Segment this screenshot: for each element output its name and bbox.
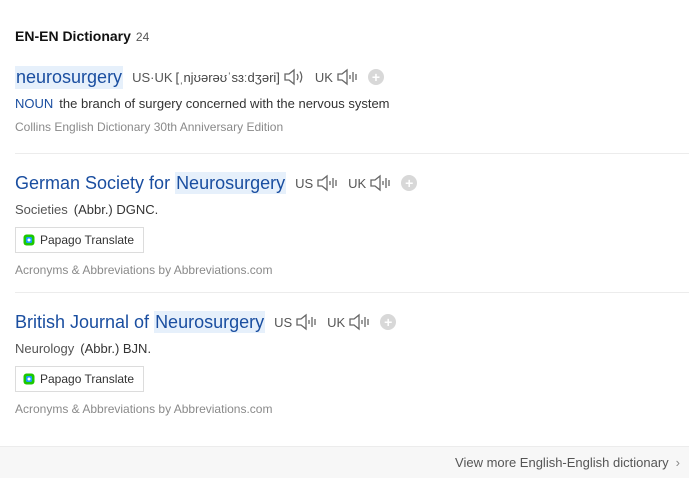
definition-row: Societies (Abbr.) DGNC. [15, 202, 689, 217]
pronunciation-us-uk: US·UK [ˌnjʊərəʊˈsɜːdʒəri] [132, 68, 305, 86]
headword-link[interactable]: British Journal of Neurosurgery [15, 310, 266, 333]
papago-translate-button[interactable]: Papago Translate [15, 227, 145, 253]
speaker-icon[interactable] [295, 313, 317, 331]
papago-translate-button[interactable]: Papago Translate [15, 366, 145, 392]
headword-link[interactable]: neurosurgery [15, 65, 124, 89]
part-of-speech: NOUN [15, 96, 54, 111]
section-title: EN-EN Dictionary [15, 28, 131, 44]
definition-row: Neurology (Abbr.) BJN. [15, 341, 689, 356]
definition-text: (Abbr.) BJN. [80, 341, 152, 356]
papago-label: Papago Translate [40, 372, 135, 386]
pron-ipa: [ˌnjʊərəʊˈsɜːdʒəri] [175, 69, 280, 85]
definition-row: NOUN the branch of surgery concerned wit… [15, 96, 689, 111]
definition-text: (Abbr.) DGNC. [73, 202, 159, 217]
papago-icon [23, 373, 35, 385]
speaker-icon[interactable] [336, 68, 358, 86]
plus-icon[interactable]: + [380, 314, 397, 330]
pron-label: UK [314, 69, 333, 85]
headword-highlight: Neurosurgery [154, 310, 266, 333]
footer-bar: View more English-English dictionary › [0, 446, 689, 478]
section-header: EN-EN Dictionary 24 [15, 28, 149, 44]
headword-prefix: British Journal of [15, 311, 155, 332]
pron-label: US [274, 314, 293, 330]
speaker-icon[interactable] [283, 68, 305, 86]
dictionary-entry: German Society for Neurosurgery US UK + … [15, 170, 689, 277]
plus-icon[interactable]: + [367, 69, 384, 85]
divider [15, 153, 689, 154]
plus-icon[interactable]: + [401, 175, 418, 191]
pron-label: UK [348, 175, 367, 191]
speaker-icon[interactable] [369, 174, 391, 192]
papago-label: Papago Translate [40, 233, 135, 247]
source-label: Acronyms & Abbreviations by Abbreviation… [15, 402, 273, 416]
pronunciation-us: US [295, 174, 338, 192]
source-label: Acronyms & Abbreviations by Abbreviation… [15, 263, 273, 277]
speaker-icon[interactable] [316, 174, 338, 192]
chevron-right-icon: › [675, 455, 680, 470]
pronunciation-uk: UK [327, 313, 370, 331]
pronunciation-uk: UK [315, 68, 358, 86]
source-label: Collins English Dictionary 30th Annivers… [15, 120, 284, 134]
headword-prefix: German Society for [15, 172, 176, 193]
dictionary-entry: neurosurgery US·UK [ˌnjʊərəʊˈsɜːdʒəri] U… [15, 64, 689, 134]
pronunciation-us: US [274, 313, 317, 331]
headword-highlight: Neurosurgery [175, 171, 287, 194]
view-more-link[interactable]: View more English-English dictionary › [455, 455, 680, 470]
headword-link[interactable]: German Society for Neurosurgery [15, 171, 287, 194]
speaker-icon[interactable] [348, 313, 370, 331]
pron-label: US·UK [132, 69, 173, 85]
category-label: Neurology [15, 341, 75, 356]
divider [15, 292, 689, 293]
pron-label: UK [327, 314, 346, 330]
result-count: 24 [135, 30, 150, 44]
pronunciation-uk: UK [348, 174, 391, 192]
view-more-label: View more English-English dictionary [455, 455, 669, 470]
dictionary-entry: British Journal of Neurosurgery US UK + … [15, 309, 689, 416]
definition-text: the branch of surgery concerned with the… [59, 96, 390, 111]
pron-label: US [295, 175, 314, 191]
category-label: Societies [15, 202, 68, 217]
papago-icon [23, 234, 35, 246]
dictionary-panel: EN-EN Dictionary 24 neurosurgery US·UK [… [0, 0, 689, 478]
